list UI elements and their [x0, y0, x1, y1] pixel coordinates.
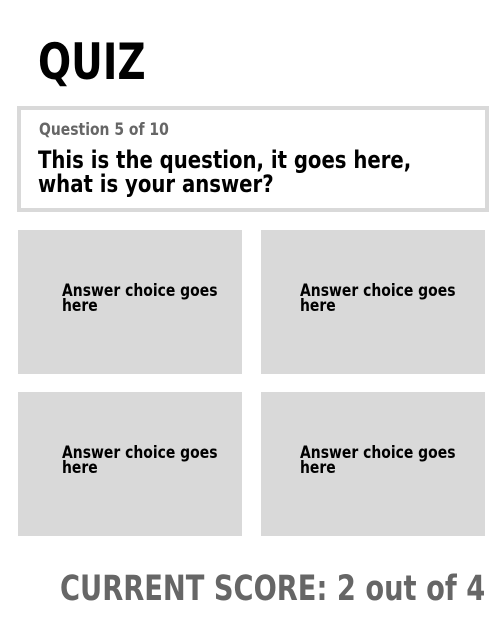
- answer-choice-4[interactable]: Answer choice goes here: [261, 392, 485, 536]
- question-counter: Question 5 of 10: [39, 120, 169, 140]
- answer-choice-label: Answer choice goes here: [62, 443, 218, 478]
- quiz-page: QUIZ Question 5 of 10 This is the questi…: [0, 0, 500, 633]
- answer-choice-2[interactable]: Answer choice goes here: [261, 230, 485, 374]
- answer-choice-label: Answer choice goes here: [300, 281, 456, 316]
- answer-choice-1[interactable]: Answer choice goes here: [18, 230, 242, 374]
- current-score: CURRENT SCORE: 2 out of 4: [60, 569, 486, 609]
- page-title: QUIZ: [38, 33, 146, 91]
- answer-choice-3[interactable]: Answer choice goes here: [18, 392, 242, 536]
- question-text: This is the question, it goes here, what…: [38, 146, 412, 198]
- answer-choice-label: Answer choice goes here: [300, 443, 456, 478]
- answer-choice-label: Answer choice goes here: [62, 281, 218, 316]
- question-card: Question 5 of 10 This is the question, i…: [17, 106, 489, 212]
